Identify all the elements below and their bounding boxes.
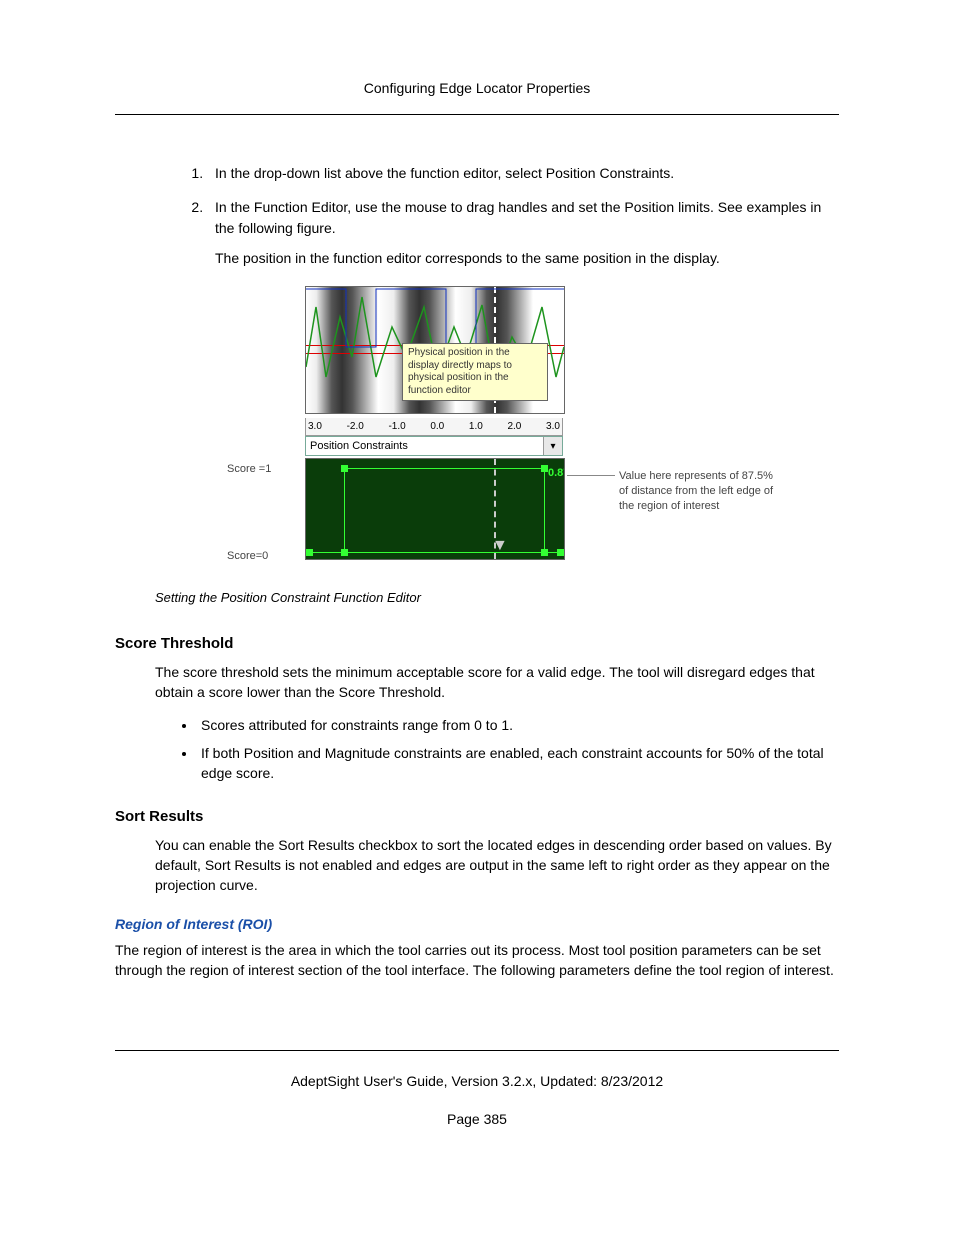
- dropdown-label: Position Constraints: [310, 440, 408, 452]
- callout-text: Value here represents of 87.5% of distan…: [619, 469, 779, 514]
- content-area: In the drop-down list above the function…: [115, 115, 839, 980]
- axis-tick: -1.0: [388, 421, 405, 432]
- figure: Physical position in the display directl…: [227, 286, 777, 584]
- drag-handle[interactable]: [306, 549, 313, 556]
- roi-text: The region of interest is the area in wh…: [115, 940, 839, 981]
- constraint-line: [544, 468, 545, 552]
- axis-tick: 3.0: [546, 421, 560, 432]
- list-item: Scores attributed for constraints range …: [197, 715, 839, 735]
- drag-handle[interactable]: [341, 465, 348, 472]
- figure-container: Physical position in the display directl…: [155, 286, 839, 584]
- page-header: Configuring Edge Locator Properties: [115, 80, 839, 114]
- score-0-label: Score=0: [227, 550, 268, 562]
- step-1: In the drop-down list above the function…: [207, 163, 839, 183]
- sort-results-text: You can enable the Sort Results checkbox…: [155, 835, 839, 896]
- chevron-down-icon[interactable]: ▾: [543, 437, 562, 455]
- constraints-dropdown[interactable]: Position Constraints ▾: [305, 436, 563, 456]
- value-label: 0.875: [548, 467, 565, 479]
- step-2-note: The position in the function editor corr…: [215, 248, 839, 268]
- axis-tick: -2.0: [347, 421, 364, 432]
- footer-text: AdeptSight User's Guide, Version 3.2.x, …: [115, 1073, 839, 1089]
- steps-list: In the drop-down list above the function…: [207, 163, 839, 268]
- axis-tick: 0.0: [430, 421, 444, 432]
- drag-handle[interactable]: [541, 549, 548, 556]
- drag-handle[interactable]: [541, 465, 548, 472]
- function-editor-display: Physical position in the display directl…: [305, 286, 565, 414]
- list-item: If both Position and Magnitude constrain…: [197, 743, 839, 784]
- score-threshold-heading: Score Threshold: [115, 635, 839, 652]
- score-threshold-text: The score threshold sets the minimum acc…: [155, 662, 839, 703]
- step-2-text: In the Function Editor, use the mouse to…: [215, 199, 821, 235]
- roi-heading: Region of Interest (ROI): [115, 916, 839, 932]
- constraint-line: [344, 468, 345, 552]
- drag-handle[interactable]: [341, 549, 348, 556]
- footer-divider: [115, 1050, 839, 1051]
- callout-line: [567, 475, 615, 476]
- arrow-down-icon: ▼: [492, 537, 508, 555]
- constraint-editor-panel: 0.875 ▼: [305, 458, 565, 560]
- tooltip: Physical position in the display directl…: [402, 343, 548, 401]
- axis-row: 3.0 -2.0 -1.0 0.0 1.0 2.0 3.0: [305, 418, 563, 436]
- score-threshold-bullets: Scores attributed for constraints range …: [197, 715, 839, 784]
- sort-results-heading: Sort Results: [115, 808, 839, 825]
- figure-caption: Setting the Position Constraint Function…: [155, 590, 839, 605]
- page-number: Page 385: [115, 1111, 839, 1127]
- axis-tick: 3.0: [308, 421, 322, 432]
- axis-tick: 1.0: [469, 421, 483, 432]
- page: Configuring Edge Locator Properties In t…: [0, 0, 954, 1235]
- constraint-line: [344, 468, 544, 469]
- step-2: In the Function Editor, use the mouse to…: [207, 197, 839, 268]
- axis-tick: 2.0: [507, 421, 521, 432]
- drag-handle[interactable]: [557, 549, 564, 556]
- score-1-label: Score =1: [227, 463, 271, 475]
